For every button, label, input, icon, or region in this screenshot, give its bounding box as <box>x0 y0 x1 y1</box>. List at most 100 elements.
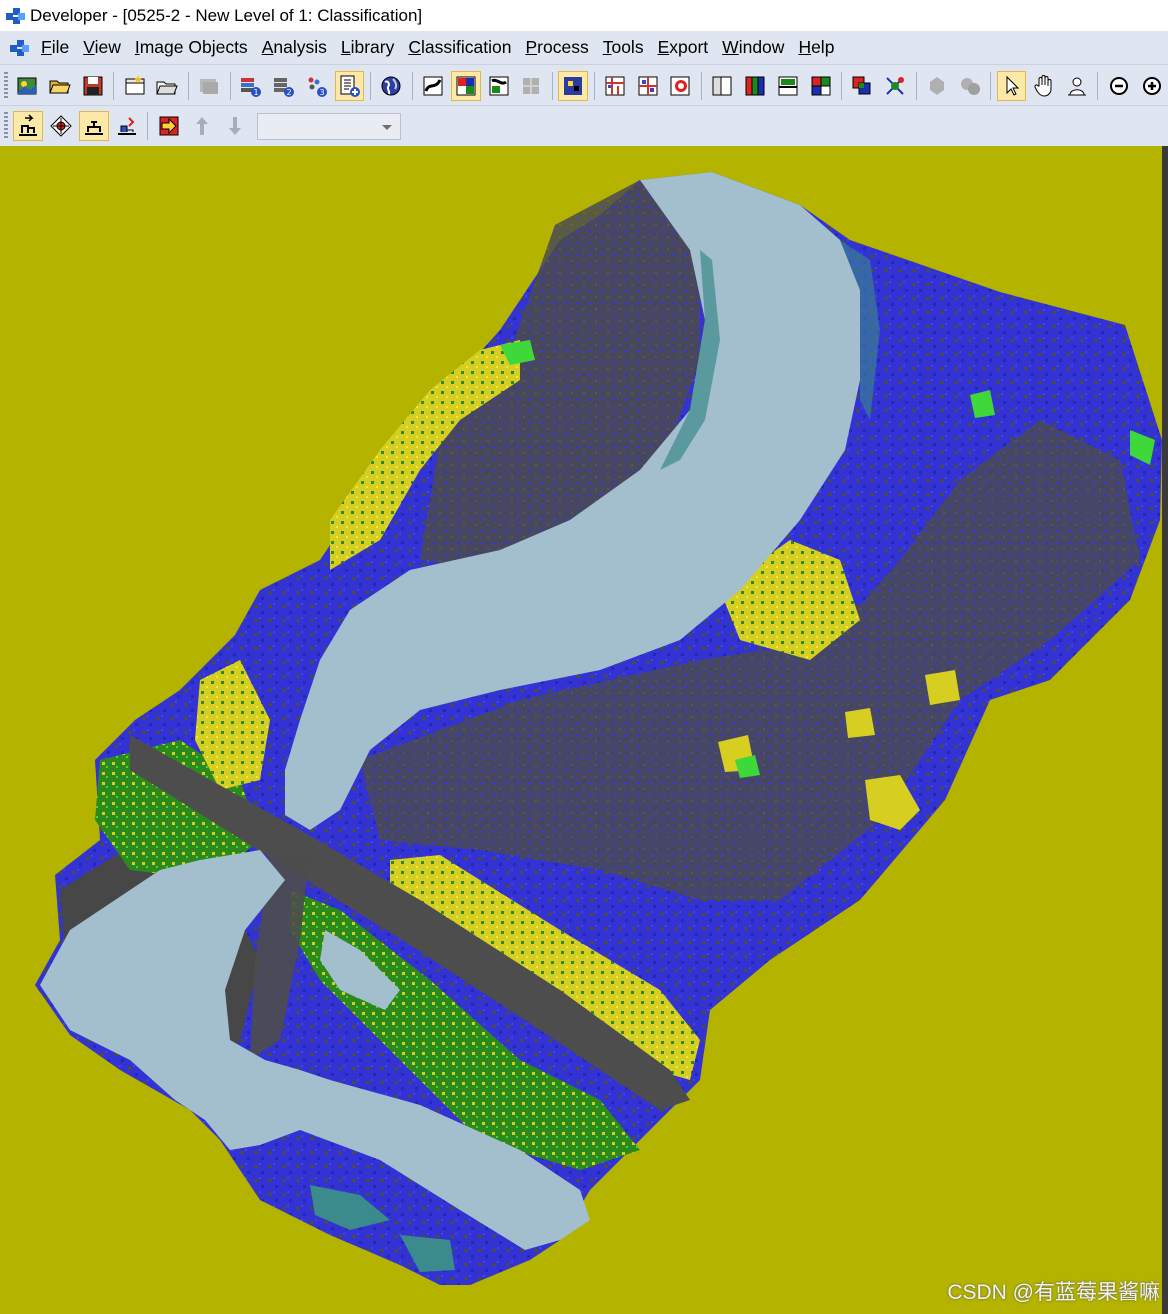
new-workspace-button[interactable] <box>120 71 150 101</box>
split-vertical-button[interactable] <box>740 71 770 101</box>
select-cursor-button[interactable] <box>996 70 1027 101</box>
toolbar-grip[interactable] <box>4 71 8 100</box>
cursor-arrow-icon <box>1006 75 1019 96</box>
show-skeletons-button[interactable] <box>666 71 696 101</box>
title-bar: Developer - [0525-2 - New Level of 1: Cl… <box>0 0 1168 31</box>
pixel-grid-icon <box>564 76 583 95</box>
document-add-icon <box>340 75 361 97</box>
layer-two-icon: 2 <box>273 77 294 97</box>
disabled-tool-button[interactable] <box>194 71 224 101</box>
vertical-scrollbar[interactable] <box>1162 146 1168 1314</box>
arrow-down-icon <box>228 117 241 135</box>
layer-3-button[interactable]: 3 <box>302 71 332 101</box>
zoom-out-button[interactable] <box>1104 71 1134 101</box>
globe-icon <box>381 76 401 95</box>
toolbar-separator <box>840 71 842 100</box>
menu-file[interactable]: File <box>34 37 76 58</box>
save-project-button[interactable] <box>78 71 108 101</box>
menu-export[interactable]: Export <box>651 37 716 58</box>
image-layer-mix-button[interactable] <box>847 71 877 101</box>
toolbar-separator <box>915 71 917 100</box>
zoom-in-icon <box>1142 76 1161 95</box>
target-button[interactable] <box>46 111 76 141</box>
menu-help[interactable]: Help <box>791 37 841 58</box>
class-hierarchy-button[interactable] <box>112 111 142 141</box>
show-outlines-button[interactable] <box>600 71 630 101</box>
create-project-button[interactable] <box>12 71 42 101</box>
vegetation-patch-mid-2 <box>845 708 875 738</box>
menu-window[interactable]: Window <box>715 37 791 58</box>
view-layer-button[interactable] <box>418 71 448 101</box>
disabled-object-button[interactable] <box>922 71 952 101</box>
menu-view[interactable]: View <box>76 37 128 58</box>
disabled-view-button[interactable] <box>516 71 546 101</box>
hand-icon <box>1034 74 1052 97</box>
toolbar-separator <box>551 71 553 100</box>
menu-process[interactable]: Process <box>518 37 595 58</box>
toolbar-separator <box>229 71 231 100</box>
level-select[interactable] <box>257 112 401 140</box>
menu-image-objects[interactable]: Image Objects <box>128 37 255 58</box>
split-horizontal-button[interactable] <box>773 71 803 101</box>
target-icon <box>49 115 72 137</box>
disabled-window-icon <box>200 78 219 94</box>
classification-map <box>35 172 1162 1285</box>
layer-edit-icon <box>886 76 905 95</box>
layer-2-button[interactable]: 2 <box>269 71 299 101</box>
edit-document-button[interactable] <box>334 70 365 101</box>
vegetation-patch-east-2 <box>925 670 960 705</box>
hierarchy-icon <box>84 121 103 135</box>
disabled-merge-icon <box>960 77 980 95</box>
layer-view-icon <box>423 76 443 95</box>
quad-split-icon <box>811 76 831 95</box>
hierarchy-button[interactable] <box>78 111 109 141</box>
toolbar-separator <box>113 71 115 100</box>
open-project-button[interactable] <box>45 71 75 101</box>
toolbar-separator <box>369 71 371 100</box>
view-classification-button[interactable] <box>450 70 481 101</box>
view-samples-button[interactable] <box>484 71 514 101</box>
toolbar-separator <box>1097 71 1099 100</box>
edit-image-layer-button[interactable] <box>880 71 910 101</box>
disabled-object-icon <box>929 76 944 95</box>
samples-view-icon <box>489 76 509 95</box>
menu-classification[interactable]: Classification <box>401 37 518 58</box>
menu-tools[interactable]: Tools <box>596 37 651 58</box>
zoom-area-button[interactable] <box>1062 71 1092 101</box>
process-toolbar <box>0 105 1168 147</box>
toolbar-grip[interactable] <box>4 112 8 140</box>
layer-three-icon: 3 <box>308 77 327 97</box>
toolbar-separator <box>593 71 595 100</box>
document-menu-icon[interactable] <box>8 38 29 58</box>
execute-process-button[interactable] <box>154 111 184 141</box>
split-single-button[interactable] <box>707 71 737 101</box>
menu-library[interactable]: Library <box>334 37 402 58</box>
new-workspace-icon <box>125 74 145 94</box>
move-up-button[interactable] <box>187 111 217 141</box>
toolbar-separator <box>187 71 189 100</box>
move-down-button[interactable] <box>220 111 250 141</box>
image-project-icon <box>17 77 37 94</box>
segmentation-button[interactable] <box>12 111 43 141</box>
view-globe-button[interactable] <box>376 71 406 101</box>
image-view[interactable] <box>0 146 1162 1314</box>
app-logo-icon <box>4 6 25 26</box>
arrow-up-icon <box>195 117 208 135</box>
folder-open-icon <box>49 80 71 93</box>
execute-arrow-icon <box>159 116 178 136</box>
chevron-down-icon <box>382 124 392 130</box>
menu-analysis[interactable]: Analysis <box>255 37 334 58</box>
disabled-merge-button[interactable] <box>955 71 985 101</box>
svg-text:1: 1 <box>254 88 259 97</box>
save-disk-icon <box>83 76 103 95</box>
open-workspace-button[interactable] <box>153 71 183 101</box>
pixel-view-button[interactable] <box>558 70 589 101</box>
disabled-grid-icon <box>523 77 540 94</box>
pan-hand-button[interactable] <box>1029 71 1059 101</box>
svg-text:2: 2 <box>286 88 291 97</box>
layer-1-button[interactable]: 1 <box>236 71 266 101</box>
toolbar-separator <box>147 112 148 140</box>
zoom-in-button[interactable] <box>1137 71 1167 101</box>
split-quad-button[interactable] <box>806 71 836 101</box>
show-polygons-button[interactable] <box>633 71 663 101</box>
